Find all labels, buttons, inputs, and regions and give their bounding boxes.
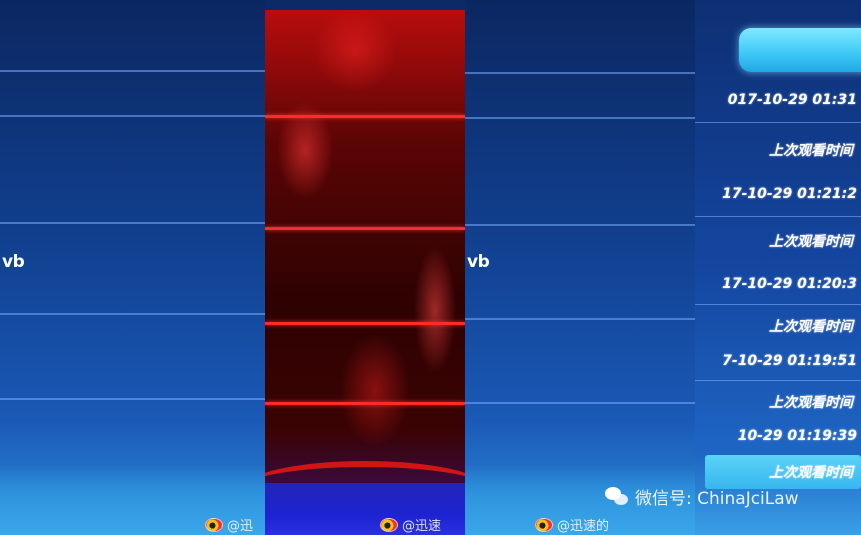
history-label[interactable]: 上次观看时间	[769, 316, 853, 336]
red-grid-line	[265, 227, 465, 230]
weibo-icon	[535, 517, 553, 532]
weibo-watermark-text: @迅速的	[557, 519, 610, 534]
wechat-watermark: 微信号: ChinaJciLaw	[605, 484, 799, 509]
divider	[695, 216, 861, 217]
grid-line	[465, 224, 695, 226]
history-label[interactable]: 上次观看时间	[769, 462, 853, 482]
weibo-icon	[380, 517, 398, 532]
grid-line	[465, 318, 695, 320]
grid-line	[0, 115, 265, 117]
panel-label: vb	[2, 252, 25, 272]
right-video-panel: vb	[465, 0, 695, 535]
grid-line	[465, 117, 695, 119]
history-label[interactable]: 上次观看时间	[769, 231, 853, 251]
top-button[interactable]	[739, 28, 861, 72]
red-grid-line	[265, 322, 465, 325]
grid-line	[465, 72, 695, 74]
history-date[interactable]: 7-10-29 01:19:51	[722, 353, 857, 369]
left-video-panel: vb	[0, 0, 265, 535]
screen-photo: vb vb 017-10-29 01:31 上次观看时间 17-10-29 01…	[0, 0, 861, 535]
grid-line	[0, 398, 265, 400]
grid-line	[0, 70, 265, 72]
red-grid-line	[265, 115, 465, 118]
weibo-watermark-text: @迅	[227, 519, 254, 534]
divider	[695, 304, 861, 305]
divider	[695, 122, 861, 123]
panel-label: vb	[467, 252, 490, 272]
wechat-watermark-text: 微信号: ChinaJciLaw	[635, 489, 799, 509]
history-date[interactable]: 17-10-29 01:20:3	[722, 276, 857, 292]
history-date[interactable]: 10-29 01:19:39	[738, 428, 857, 444]
wechat-icon	[605, 486, 629, 507]
weibo-watermark: @迅速	[380, 515, 441, 534]
watch-history-list: 017-10-29 01:31 上次观看时间 17-10-29 01:21:2 …	[695, 0, 861, 535]
history-date[interactable]: 017-10-29 01:31	[728, 92, 857, 108]
weibo-watermark-text: @迅速	[402, 519, 442, 534]
grid-line	[465, 402, 695, 404]
weibo-icon	[205, 517, 223, 532]
grid-line	[0, 222, 265, 224]
red-filter-panel	[265, 10, 465, 535]
history-date[interactable]: 17-10-29 01:21:2	[722, 186, 857, 202]
grid-line	[0, 313, 265, 315]
history-label[interactable]: 上次观看时间	[769, 392, 853, 412]
weibo-watermark: @迅速的	[535, 515, 609, 534]
divider	[695, 380, 861, 381]
weibo-watermark: @迅	[205, 515, 253, 534]
history-label[interactable]: 上次观看时间	[769, 140, 853, 160]
red-grid-line	[265, 402, 465, 405]
